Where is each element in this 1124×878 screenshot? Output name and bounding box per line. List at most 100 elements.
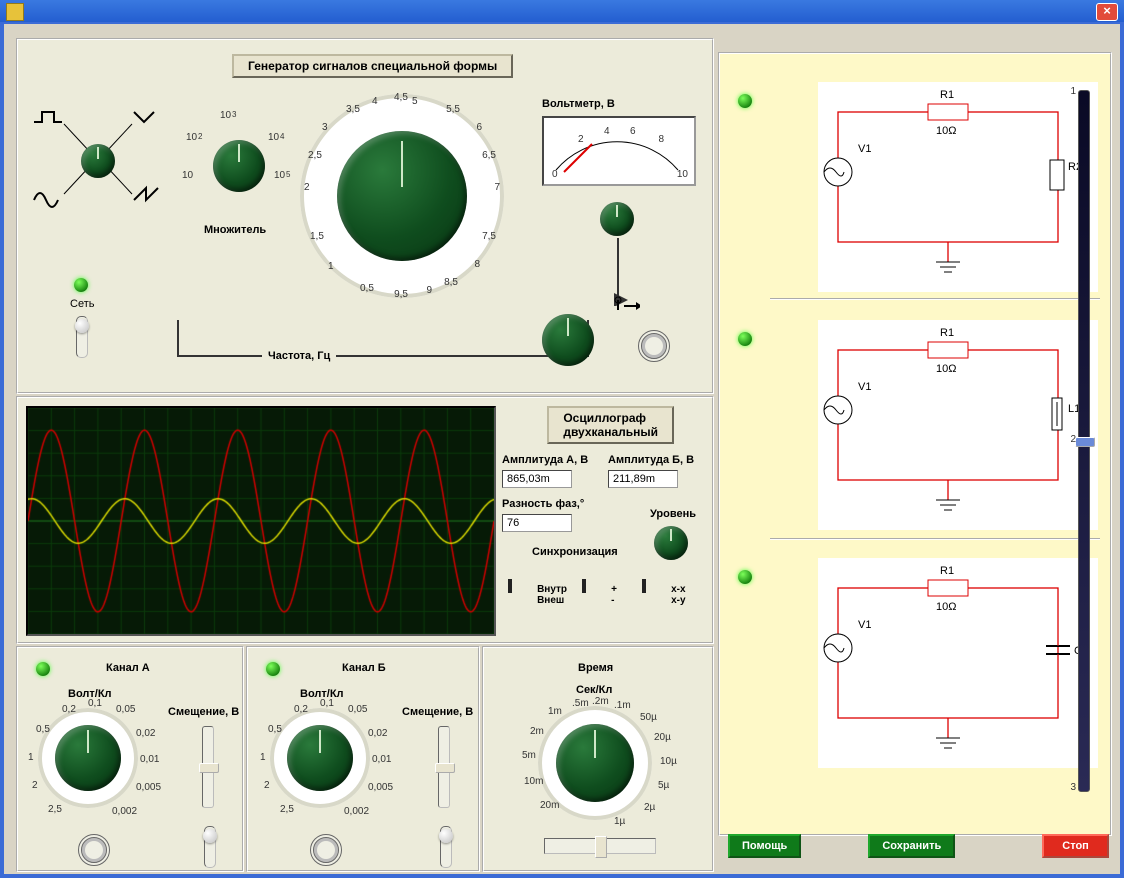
phase-label: Разность фаз,° — [502, 498, 584, 510]
ampB-label: Амплитуда Б, В — [608, 454, 694, 466]
time-tick: .1m — [614, 700, 631, 711]
vm-tick: 6 — [630, 126, 636, 137]
frequency-dial[interactable]: 0,5 1 1,5 2 2,5 3 3,5 4 4,5 5 5,5 6 6,5 … — [300, 94, 504, 298]
time-tick: 20m — [540, 800, 559, 811]
circuit-3[interactable]: R1 10Ω V1 C1 — [818, 558, 1098, 768]
sync-rocker-1[interactable]: Внутр Внеш — [508, 580, 567, 610]
chB-tick: 2 — [264, 780, 270, 791]
time-tick: 5m — [522, 750, 536, 761]
mult-tick: 10 — [182, 170, 193, 181]
time-hslider[interactable] — [544, 838, 656, 854]
freq-tick: 9,5 — [394, 289, 408, 300]
chA-led — [36, 662, 50, 676]
panel-time: Время Сек/Кл .5m .2m .1m 1m 50µ 2m 20µ 5… — [482, 646, 714, 872]
chA-connector[interactable] — [78, 834, 110, 866]
circuit1-led — [738, 94, 752, 108]
panel-circuits: R1 10Ω V1 R2 R1 10Ω V1 — [718, 52, 1112, 836]
freq-tick: 9 — [426, 285, 432, 296]
voltmeter-knob[interactable] — [600, 202, 634, 236]
time-tick: 50µ — [640, 712, 657, 723]
chB-switch[interactable] — [440, 826, 452, 868]
chB-tick: 0,005 — [368, 782, 393, 793]
waveform-selector[interactable] — [28, 108, 168, 218]
freq-fine-knob[interactable] — [542, 314, 594, 366]
chA-switch[interactable] — [204, 826, 216, 868]
freq-tick: 3 — [322, 122, 328, 133]
chB-offset-slider[interactable] — [438, 726, 450, 808]
time-tick: 10µ — [660, 756, 677, 767]
slider-tick: 2 — [1070, 434, 1076, 445]
app-content: Генератор сигналов специальной формы Сет… — [4, 24, 1120, 874]
time-tick: .5m — [572, 698, 589, 709]
scope-title: Осциллограф двухканальный — [547, 406, 674, 444]
chA-tick: 0,05 — [116, 704, 135, 715]
chB-title: Канал Б — [342, 662, 386, 674]
ampB-value: 211,89m — [608, 470, 678, 488]
chA-title: Канал А — [106, 662, 150, 674]
chB-led — [266, 662, 280, 676]
mult-exp: 5 — [286, 170, 290, 179]
vm-tick: 2 — [578, 134, 584, 145]
mult-exp: 3 — [232, 110, 236, 119]
circuit-1[interactable]: R1 10Ω V1 R2 — [818, 82, 1098, 292]
sync-rocker-3[interactable]: x-x x-y — [642, 580, 686, 610]
output-connector[interactable] — [638, 330, 670, 362]
panel-channel-a: Канал А Волт/Кл Смещение, В 0,2 0,1 0,05… — [16, 646, 244, 872]
freq-tick: 3,5 — [346, 104, 360, 115]
chA-tick: 0,002 — [112, 806, 137, 817]
multiplier-control[interactable]: 10 10 2 10 3 10 4 10 5 — [178, 100, 298, 240]
chB-connector[interactable] — [310, 834, 342, 866]
voltmeter-label: Вольтметр, В — [542, 98, 615, 110]
freq-tick: 2,5 — [308, 150, 322, 161]
chA-tick: 0,02 — [136, 728, 155, 739]
mult-tick: 10 — [186, 132, 197, 143]
ampA-label: Амплитуда А, В — [502, 454, 588, 466]
time-sec-label: Сек/Кл — [576, 684, 612, 696]
save-button[interactable]: Сохранить — [868, 834, 955, 858]
mult-tick: 10 — [268, 132, 279, 143]
circuit-select-slider[interactable] — [1078, 90, 1090, 792]
freq-tick: 2 — [304, 182, 310, 193]
freq-tick: 8 — [474, 259, 480, 270]
level-knob[interactable] — [654, 526, 688, 560]
chA-tick: 0,005 — [136, 782, 161, 793]
phase-value: 76 — [502, 514, 572, 532]
freq-wire — [168, 320, 598, 380]
scope-screen — [26, 406, 496, 636]
button-bar: Помощь Сохранить Стоп — [728, 840, 1109, 852]
scope-title-line1: Осциллограф — [563, 411, 646, 425]
stop-button[interactable]: Стоп — [1042, 834, 1109, 858]
chB-tick: 0,05 — [348, 704, 367, 715]
panel-scope: Осциллограф двухканальный Амплитуда А, В… — [16, 396, 714, 644]
c2-r1: R1 — [940, 327, 954, 339]
time-tick: 2m — [530, 726, 544, 737]
chB-tick: 0,1 — [320, 698, 334, 709]
freq-tick: 5 — [412, 96, 418, 107]
rocker3-b: x-y — [671, 595, 685, 606]
ground-icon — [612, 296, 640, 320]
window-titlebar: × — [0, 0, 1124, 22]
time-tick: 10m — [524, 776, 543, 787]
sync-rocker-2[interactable]: + - — [582, 580, 617, 610]
rocker3-a: x-x — [671, 584, 685, 595]
circuit2-led — [738, 332, 752, 346]
freq-tick: 4 — [372, 96, 378, 107]
window-close-button[interactable]: × — [1096, 3, 1118, 21]
time-tick: 1µ — [614, 816, 625, 827]
chA-offset-slider[interactable] — [202, 726, 214, 808]
freq-tick: 7,5 — [482, 231, 496, 242]
time-tick: 5µ — [658, 780, 669, 791]
rocker2-b: - — [611, 595, 614, 606]
help-button[interactable]: Помощь — [728, 834, 801, 858]
c2-r1v: 10Ω — [936, 363, 956, 375]
chB-volt-knob[interactable] — [270, 708, 370, 808]
rocker1-a: Внутр — [537, 584, 567, 595]
c3-r1v: 10Ω — [936, 601, 956, 613]
circuit3-led — [738, 570, 752, 584]
freq-tick: 1 — [328, 261, 334, 272]
freq-tick: 1,5 — [310, 231, 324, 242]
multiplier-label: Множитель — [204, 224, 266, 236]
circuit-2[interactable]: R1 10Ω V1 L1 — [818, 320, 1098, 530]
chA-volt-knob[interactable] — [38, 708, 138, 808]
power-switch[interactable] — [76, 316, 88, 358]
